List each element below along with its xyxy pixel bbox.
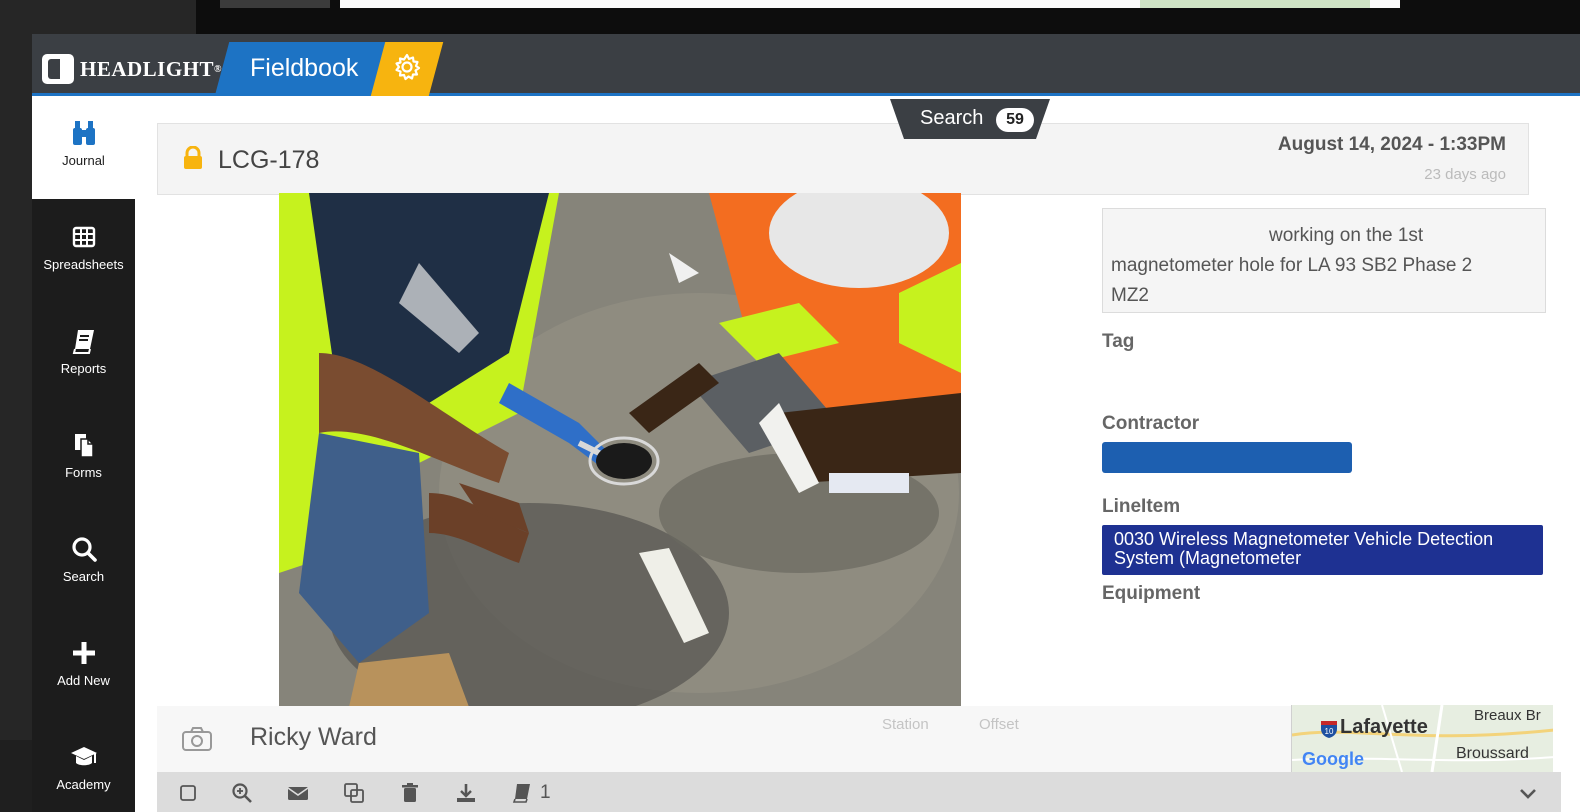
tag-label: Tag [1102, 331, 1135, 352]
plus-icon [72, 642, 95, 664]
entry-author: Ricky Ward [250, 723, 377, 751]
entry-toolbar: 1 [157, 772, 1561, 812]
sidebar-item-label: Journal [62, 153, 105, 168]
search-results-tab[interactable]: Search 59 [890, 99, 1050, 139]
journal-entry: LCG-178 August 14, 2024 - 1:33PM 23 days… [135, 99, 1580, 812]
binoculars-icon [72, 121, 95, 145]
sidebar-item-label: Add New [57, 673, 110, 688]
sidebar-item-forms[interactable]: Forms [32, 411, 135, 511]
graduation-cap-icon [70, 747, 97, 766]
map-label-lafayette: Lafayette [1340, 716, 1428, 738]
headlight-logo-icon [42, 54, 74, 84]
record-date: August 14, 2024 - 1:33PM [1277, 134, 1506, 155]
photo-illustration [279, 193, 961, 707]
contractor-label: Contractor [1102, 413, 1200, 434]
map-label-broussard: Broussard [1456, 745, 1529, 762]
sidebar-item-reports[interactable]: Reports [32, 307, 135, 407]
gear-icon[interactable] [392, 52, 422, 82]
entry-note[interactable]: working on the 1st magnetometer hole for… [1102, 208, 1546, 313]
headlight-logo[interactable]: HEADLIGHT ® [42, 54, 222, 84]
copy-icon [74, 434, 94, 458]
sidebar-item-search[interactable]: Search [32, 515, 135, 615]
lineitem-line-2: System (Magnetometer [1114, 548, 1302, 568]
sidebar: Journal Spreadsheets Reports Forms Searc… [32, 99, 135, 812]
fieldbook-tab[interactable]: Fieldbook [250, 54, 358, 83]
record-id: LCG-178 [218, 146, 320, 174]
trash-icon[interactable] [399, 782, 421, 804]
entry-photo[interactable] [279, 193, 961, 707]
background-map [1140, 0, 1370, 8]
lock-icon [184, 146, 202, 169]
note-line-1: working on the 1st [1269, 225, 1424, 246]
lineitem-value[interactable]: 0030 Wireless Magnetometer Vehicle Detec… [1102, 525, 1543, 575]
station-label: Station [882, 716, 929, 733]
chevron-down-icon[interactable] [1517, 782, 1539, 804]
sidebar-item-label: Academy [56, 777, 111, 792]
fieldbook-window: HEADLIGHT ® Fieldbook Journal Spreadshee… [32, 34, 1580, 812]
lineitem-label: LineItem [1102, 496, 1181, 517]
brand-name: HEADLIGHT [80, 56, 215, 81]
sidebar-item-spreadsheets[interactable]: Spreadsheets [32, 203, 135, 303]
contractor-value[interactable] [1102, 442, 1352, 473]
sidebar-item-label: Search [62, 569, 105, 584]
duplicate-icon[interactable] [343, 782, 365, 804]
report-count: 1 [540, 782, 551, 803]
checkbox-icon[interactable] [177, 782, 199, 804]
sidebar-item-label: Forms [65, 465, 102, 480]
equipment-label: Equipment [1102, 583, 1201, 604]
book-icon [72, 330, 94, 354]
download-icon[interactable] [455, 782, 477, 804]
sidebar-item-journal[interactable]: Journal [32, 99, 135, 199]
search-tab-label: Search [920, 107, 984, 129]
sidebar-item-label: Spreadsheets [43, 257, 124, 272]
screen: HEADLIGHT ® Fieldbook Journal Spreadshee… [0, 0, 1580, 812]
grid-icon [72, 226, 95, 248]
background-window-strip [220, 0, 330, 8]
envelope-icon[interactable] [287, 782, 309, 804]
sidebar-item-label: Reports [60, 361, 107, 376]
search-count-badge: 59 [996, 108, 1034, 132]
sidebar-item-add-new[interactable]: Add New [32, 619, 135, 719]
zoom-in-icon[interactable] [231, 782, 253, 804]
map-label-breaux: Breaux Br [1474, 707, 1541, 724]
note-line-2: magnetometer hole for LA 93 SB2 Phase 2 [1111, 255, 1473, 276]
highway-number: 10 [1325, 727, 1334, 736]
lineitem-line-1: 0030 Wireless Magnetometer Vehicle Detec… [1114, 529, 1494, 549]
search-icon [71, 537, 97, 562]
background-window-corner [0, 740, 34, 812]
location-map[interactable]: 10 Lafayette Breaux Br Broussard Google [1291, 705, 1553, 772]
google-logo: Google [1302, 749, 1364, 769]
sidebar-item-academy[interactable]: Academy [32, 723, 135, 812]
entry-header: LCG-178 August 14, 2024 - 1:33PM 23 days… [157, 123, 1529, 195]
camera-icon[interactable] [181, 726, 213, 752]
interstate-shield-icon: 10 [1321, 721, 1337, 738]
record-relative-time: 23 days ago [1424, 166, 1506, 183]
report-book-icon[interactable] [511, 782, 533, 804]
offset-label: Offset [979, 716, 1019, 733]
app-header: HEADLIGHT ® Fieldbook [32, 34, 1580, 96]
note-line-3: MZ2 [1111, 285, 1149, 306]
